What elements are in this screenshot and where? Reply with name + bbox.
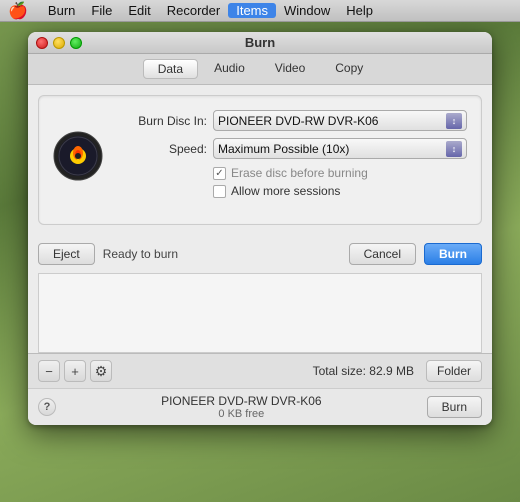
burn-disc-select[interactable]: PIONEER DVD-RW DVR-K06 ↕ [213, 110, 467, 131]
menubar-recorder[interactable]: Recorder [159, 3, 228, 18]
drive-free: 0 KB free [218, 408, 264, 420]
file-table[interactable] [38, 273, 482, 353]
tab-bar: Data Audio Video Copy [28, 54, 492, 85]
burn-button-status[interactable]: Burn [427, 396, 482, 418]
status-bar: ? PIONEER DVD-RW DVR-K06 0 KB free Burn [28, 388, 492, 425]
tab-audio[interactable]: Audio [200, 59, 259, 79]
burn-window: Burn Data Audio Video Copy [28, 32, 492, 425]
tab-copy[interactable]: Copy [321, 59, 377, 79]
menubar-window[interactable]: Window [276, 3, 338, 18]
sessions-checkbox[interactable] [213, 185, 226, 198]
burn-button-dialog[interactable]: Burn [424, 243, 482, 265]
burn-dialog: Burn Disc In: PIONEER DVD-RW DVR-K06 ↕ S… [38, 95, 482, 225]
minimize-button[interactable] [53, 37, 65, 49]
menubar-items[interactable]: Items [228, 3, 276, 18]
status-bar-center: PIONEER DVD-RW DVR-K06 0 KB free [56, 394, 427, 420]
total-size-label: Total size: [313, 364, 366, 378]
traffic-lights [36, 37, 82, 49]
dialog-fields: Burn Disc In: PIONEER DVD-RW DVR-K06 ↕ S… [117, 110, 467, 202]
zoom-button[interactable] [70, 37, 82, 49]
help-button[interactable]: ? [38, 398, 56, 416]
apple-menu[interactable]: 🍎 [8, 1, 28, 21]
total-size-value: 82.9 MB [369, 364, 414, 378]
window-title: Burn [245, 35, 275, 50]
status-text: Ready to burn [103, 247, 341, 261]
erase-row: ✓ Erase disc before burning [213, 166, 467, 180]
titlebar: Burn [28, 32, 492, 54]
eject-button[interactable]: Eject [38, 243, 95, 265]
speed-arrow: ↕ [446, 141, 462, 157]
bottom-toolbar: − + ⚙ Total size: 82.9 MB Folder [28, 353, 492, 388]
menubar: 🍎 Burn File Edit Recorder Items Window H… [0, 0, 520, 22]
menubar-burn[interactable]: Burn [40, 3, 83, 18]
settings-button[interactable]: ⚙ [90, 360, 112, 382]
dialog-main-row: Burn Disc In: PIONEER DVD-RW DVR-K06 ↕ S… [53, 110, 467, 202]
erase-checkbox[interactable]: ✓ [213, 167, 226, 180]
sessions-row: Allow more sessions [213, 184, 467, 198]
tab-video[interactable]: Video [261, 59, 319, 79]
drive-name: PIONEER DVD-RW DVR-K06 [161, 394, 321, 408]
menubar-file[interactable]: File [83, 3, 120, 18]
sessions-label: Allow more sessions [231, 184, 340, 198]
disc-icon [53, 131, 103, 181]
remove-button[interactable]: − [38, 360, 60, 382]
speed-label: Speed: [117, 142, 207, 156]
speed-select[interactable]: Maximum Possible (10x) ↕ [213, 138, 467, 159]
menubar-edit[interactable]: Edit [120, 3, 158, 18]
folder-button[interactable]: Folder [426, 360, 482, 382]
burn-disc-row: Burn Disc In: PIONEER DVD-RW DVR-K06 ↕ [117, 110, 467, 131]
add-button[interactable]: + [64, 360, 86, 382]
menubar-help[interactable]: Help [338, 3, 381, 18]
speed-value: Maximum Possible (10x) [218, 142, 442, 156]
tab-data[interactable]: Data [143, 59, 198, 79]
erase-label: Erase disc before burning [231, 166, 368, 180]
burn-disc-label: Burn Disc In: [117, 114, 207, 128]
burn-disc-arrow: ↕ [446, 113, 462, 129]
dialog-buttons: Eject Ready to burn Cancel Burn [28, 235, 492, 273]
speed-row: Speed: Maximum Possible (10x) ↕ [117, 138, 467, 159]
close-button[interactable] [36, 37, 48, 49]
cancel-button[interactable]: Cancel [349, 243, 416, 265]
total-size: Total size: 82.9 MB [313, 364, 414, 378]
burn-disc-value: PIONEER DVD-RW DVR-K06 [218, 114, 442, 128]
